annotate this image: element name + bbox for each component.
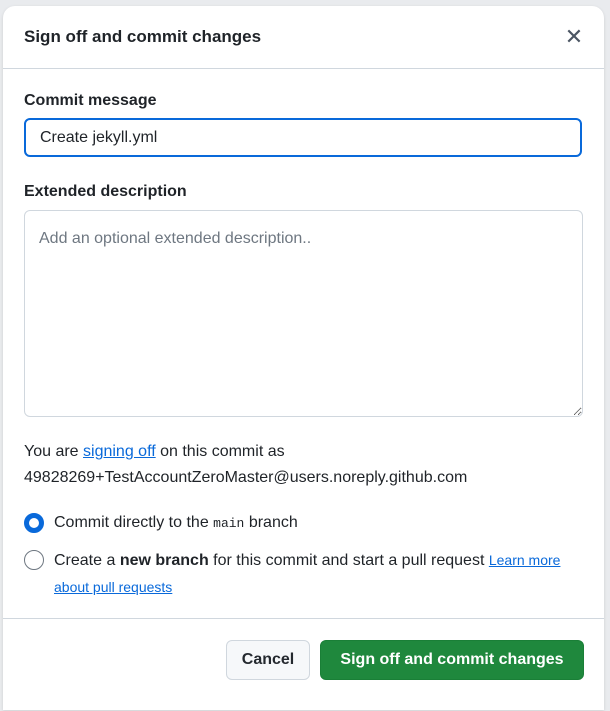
new-branch-label: Create a new branch for this commit and … — [54, 547, 574, 601]
signoff-suffix: on this commit as — [155, 443, 285, 460]
commit-dialog: Sign off and commit changes ✕ Commit mes… — [3, 6, 604, 710]
commit-message-input[interactable] — [24, 118, 582, 157]
commit-message-label: Commit message — [24, 92, 157, 109]
dialog-footer: Cancel Sign off and commit changes — [3, 618, 604, 711]
extended-description-textarea[interactable] — [24, 210, 583, 417]
signoff-prefix: You are — [24, 443, 84, 460]
commit-direct-radio[interactable] — [24, 513, 44, 533]
commit-direct-label: Commit directly to the main branch — [54, 510, 574, 537]
close-icon[interactable]: ✕ — [562, 25, 586, 49]
branch-name: main — [213, 516, 245, 531]
commit-direct-suffix: branch — [244, 514, 298, 531]
extended-description-label: Extended description — [24, 183, 187, 200]
commit-direct-prefix: Commit directly to the — [54, 514, 214, 531]
new-branch-bold: new branch — [119, 552, 209, 569]
commit-direct-option[interactable]: Commit directly to the main branch — [24, 510, 584, 536]
new-branch-radio[interactable] — [24, 550, 44, 570]
signoff-notice: You are signing off on this commit as 49… — [24, 439, 584, 491]
dialog-header: Sign off and commit changes ✕ — [3, 6, 604, 69]
signoff-email: 49828269+TestAccountZeroMaster@users.nor… — [24, 469, 468, 486]
new-branch-prefix: Create a — [54, 552, 120, 569]
cancel-button[interactable]: Cancel — [226, 640, 310, 680]
sign-off-commit-button[interactable]: Sign off and commit changes — [320, 640, 584, 680]
new-branch-suffix: for this commit and start a pull request — [208, 552, 489, 569]
dialog-title: Sign off and commit changes — [24, 27, 262, 46]
signing-off-link[interactable]: signing off — [83, 443, 156, 460]
new-branch-option[interactable]: Create a new branch for this commit and … — [24, 547, 584, 603]
